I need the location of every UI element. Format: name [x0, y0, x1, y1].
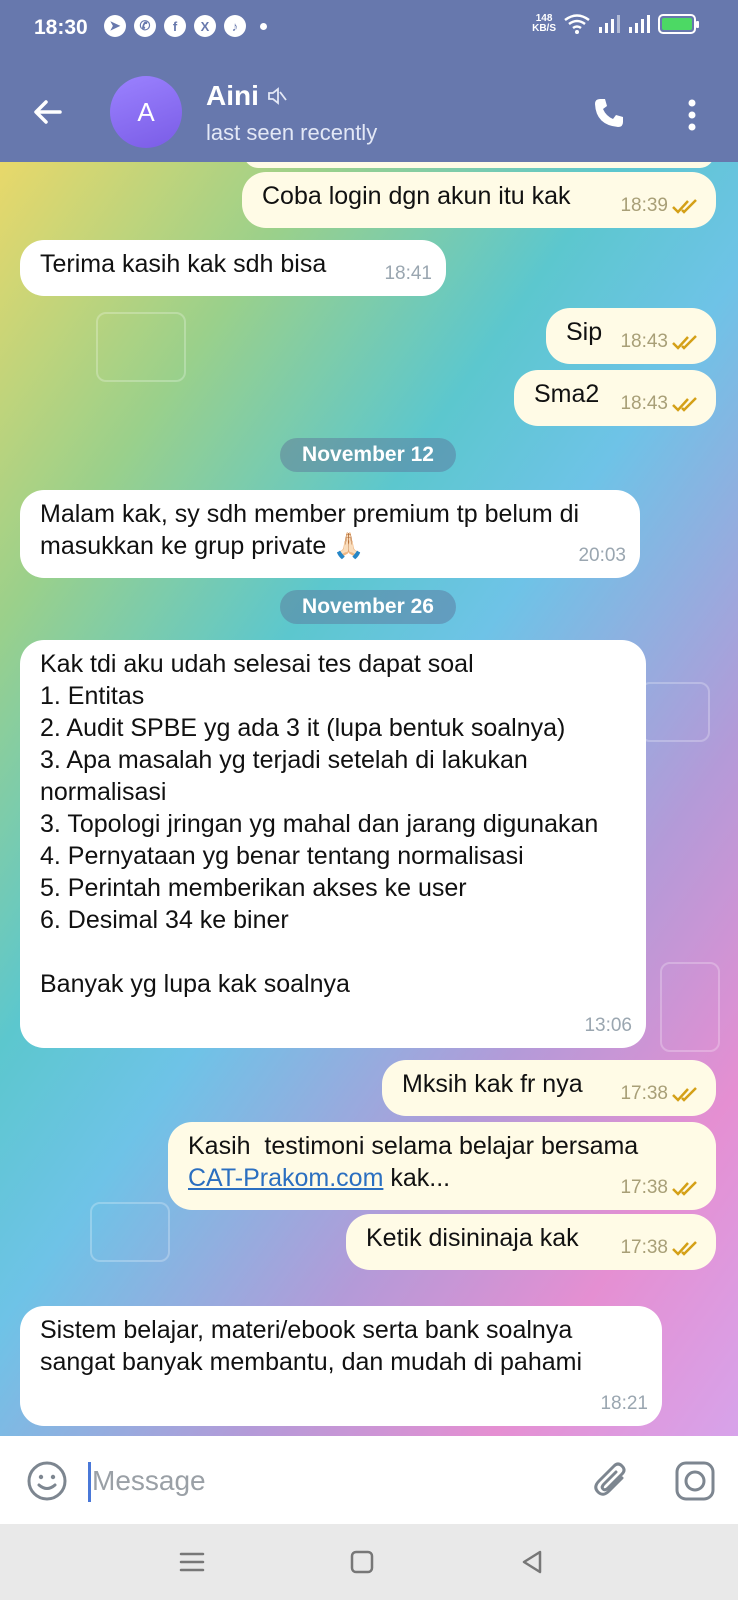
status-time: 18:30	[34, 16, 88, 39]
net-speed: 148 KB/S	[532, 13, 556, 34]
attach-icon[interactable]	[592, 1460, 632, 1502]
message-text: Coba login dgn akun itu kak	[262, 182, 571, 210]
facebook-icon: f	[164, 15, 186, 37]
emoji-icon[interactable]	[26, 1460, 68, 1502]
muted-icon	[267, 87, 287, 105]
message-time: 18:43	[620, 331, 668, 352]
system-icons: 148 KB/S	[532, 13, 699, 34]
more-notifications-dot	[260, 22, 267, 30]
double-check-icon	[672, 199, 697, 214]
message-bubble-incoming[interactable]: Malam kak, sy sdh member premium tp belu…	[20, 490, 640, 578]
battery-icon	[658, 14, 699, 34]
telegram-icon: ➤	[104, 15, 126, 37]
message-time: 18:41	[384, 263, 432, 284]
status-bar: 18:30 ➤ ✆ f X ♪ 148 KB/S	[0, 0, 738, 56]
message-bubble-incoming[interactable]: Sistem belajar, materi/ebook serta bank …	[20, 1306, 662, 1426]
message-text: Sma2	[534, 380, 600, 408]
message-bubble-outgoing[interactable]: Ketik disininaja kak 17:38	[346, 1214, 716, 1270]
chat-area[interactable]: Coba login dgn akun itu kak 18:39 Terima…	[0, 162, 738, 1436]
message-text: Sistem belajar, materi/ebook serta bank …	[40, 1316, 583, 1376]
website-link[interactable]: CAT-Prakom.com	[188, 1164, 383, 1192]
message-text-after: kak...	[383, 1164, 451, 1192]
wifi-icon	[564, 14, 590, 34]
signal-1-icon	[599, 15, 620, 33]
message-time: 18:21	[600, 1393, 648, 1414]
menu-icon[interactable]	[176, 1546, 208, 1578]
double-check-icon	[672, 1087, 697, 1102]
double-check-icon	[672, 1181, 697, 1196]
message-meta: 17:38	[620, 1172, 702, 1204]
signal-2-icon	[629, 15, 650, 33]
message-text: Sip	[566, 318, 603, 346]
double-check-icon	[672, 397, 697, 412]
message-time: 18:39	[620, 195, 668, 216]
whatsapp-icon: ✆	[134, 15, 156, 37]
box-doodle	[90, 1202, 170, 1262]
message-text: Kasih testimoni selama belajar bersama	[188, 1132, 639, 1160]
back-arrow-icon[interactable]	[32, 96, 64, 128]
cube-doodle	[640, 682, 710, 742]
message-text: Kak tdi aku udah selesai tes dapat soal …	[40, 650, 599, 998]
message-meta: 17:38	[620, 1078, 702, 1110]
contact-status: last seen recently	[206, 120, 378, 145]
message-time: 13:06	[584, 1015, 632, 1036]
date-separator: November 12	[280, 438, 456, 472]
message-meta: 13:06	[584, 1010, 632, 1042]
notification-icons: ➤ ✆ f X ♪	[104, 15, 267, 37]
message-bubble-outgoing[interactable]: Sip 18:43	[546, 308, 716, 364]
contact-avatar[interactable]: A	[110, 76, 182, 148]
chat-header: 18:30 ➤ ✆ f X ♪ 148 KB/S A Aini last see…	[0, 0, 738, 162]
message-meta: 17:38	[620, 1232, 702, 1264]
message-meta: 18:21	[600, 1388, 648, 1420]
more-vert-icon[interactable]	[686, 98, 698, 132]
message-text: Malam kak, sy sdh member premium tp belu…	[40, 500, 587, 560]
contact-name[interactable]: Aini	[206, 80, 287, 112]
message-bubble-incoming[interactable]: Terima kasih kak sdh bisa 18:41	[20, 240, 446, 296]
message-meta: 20:03	[578, 540, 626, 572]
tiktok-icon: ♪	[224, 15, 246, 37]
message-meta: 18:43	[620, 326, 702, 358]
message-time: 17:38	[620, 1083, 668, 1104]
message-bubble-incoming[interactable]: Kak tdi aku udah selesai tes dapat soal …	[20, 640, 646, 1048]
tv-doodle	[96, 312, 186, 382]
double-check-icon	[672, 335, 697, 350]
message-time: 20:03	[578, 545, 626, 566]
previous-bubble-tail	[244, 162, 714, 168]
message-meta: 18:39	[620, 190, 702, 222]
message-bubble-outgoing[interactable]: Coba login dgn akun itu kak 18:39	[242, 172, 716, 228]
date-separator: November 26	[280, 590, 456, 624]
message-bubble-outgoing[interactable]: Mksih kak fr nya 17:38	[382, 1060, 716, 1116]
home-icon[interactable]	[346, 1546, 378, 1578]
double-check-icon	[672, 1241, 697, 1256]
phone-icon[interactable]	[592, 96, 626, 130]
message-bubble-outgoing[interactable]: Sma2 18:43	[514, 370, 716, 426]
message-time: 17:38	[620, 1177, 668, 1198]
message-composer	[0, 1436, 738, 1524]
message-meta: 18:43	[620, 388, 702, 420]
x-icon: X	[194, 15, 216, 37]
system-navigation-bar	[0, 1524, 738, 1600]
text-cursor	[88, 1462, 91, 1502]
message-text: Mksih kak fr nya	[402, 1070, 583, 1098]
message-input[interactable]	[92, 1458, 562, 1504]
back-triangle-icon[interactable]	[516, 1546, 548, 1578]
message-text: Ketik disininaja kak	[366, 1224, 579, 1252]
message-bubble-outgoing[interactable]: Kasih testimoni selama belajar bersama C…	[168, 1122, 716, 1210]
camera-icon[interactable]	[674, 1460, 716, 1502]
console-doodle	[660, 962, 720, 1052]
message-time: 17:38	[620, 1237, 668, 1258]
message-text: Terima kasih kak sdh bisa	[40, 250, 327, 278]
message-meta: 18:41	[384, 258, 432, 290]
message-time: 18:43	[620, 393, 668, 414]
